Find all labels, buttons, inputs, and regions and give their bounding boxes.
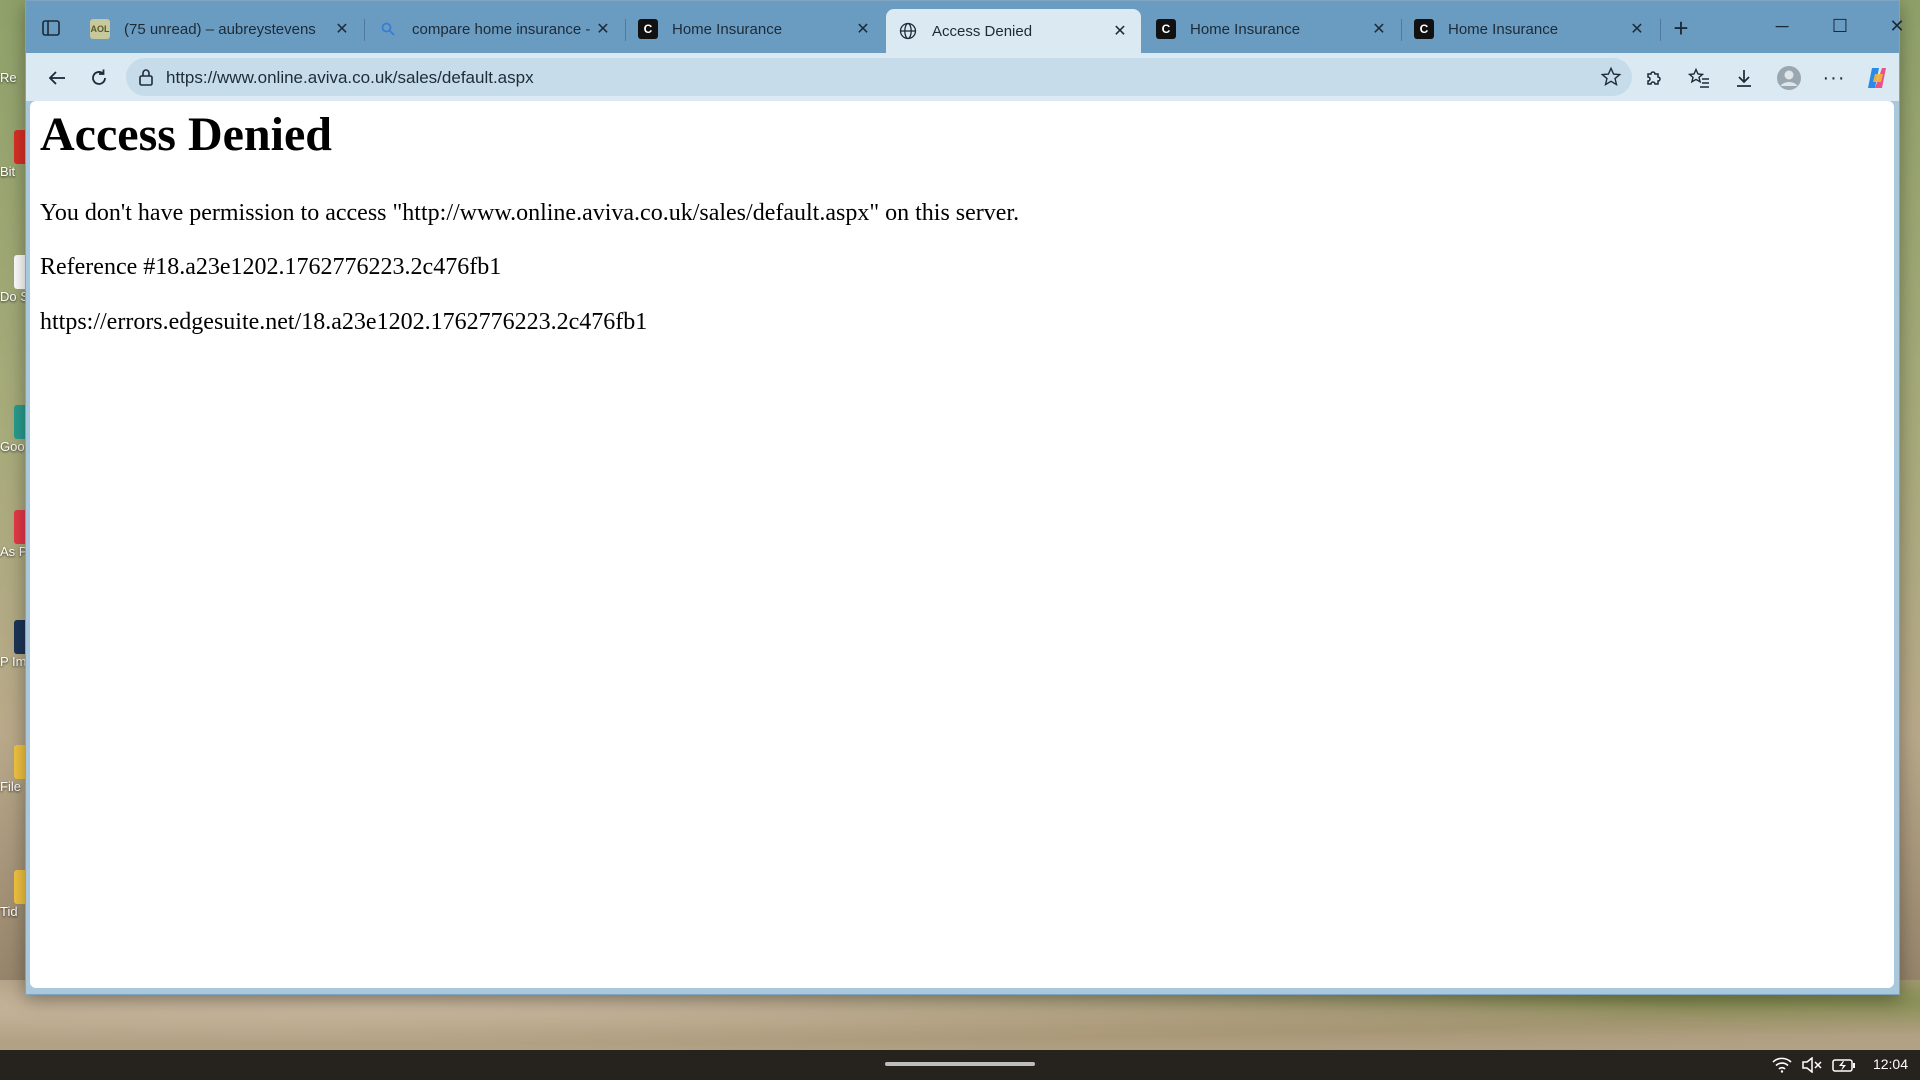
error-reference-url: https://errors.edgesuite.net/18.a23e1202… [40, 308, 648, 335]
desktop-icon-label: As P [0, 544, 26, 559]
desktop-icon-5[interactable]: P Ima [0, 620, 26, 669]
volume-muted-icon[interactable] [1802, 1055, 1822, 1075]
tab-separator [1660, 19, 1661, 41]
page-title: Access Denied [40, 108, 332, 161]
favorite-star-icon[interactable] [1600, 66, 1622, 88]
tab-access-denied[interactable]: Access Denied ✕ [886, 9, 1141, 53]
tab-home-insurance-2[interactable]: C Home Insurance ✕ [1144, 9, 1400, 49]
desktop-icon-recycle[interactable]: Re [0, 70, 26, 85]
minimize-button[interactable]: ─ [1759, 11, 1805, 41]
close-icon[interactable]: ✕ [1628, 19, 1646, 39]
compare-icon: C [1414, 19, 1434, 39]
battery-icon[interactable] [1832, 1055, 1856, 1075]
settings-more-button[interactable]: ··· [1819, 63, 1849, 93]
new-tab-button[interactable]: + [1666, 13, 1696, 43]
tab-actions-icon [42, 20, 60, 36]
back-button[interactable] [40, 61, 74, 95]
copilot-icon [1868, 68, 1886, 88]
close-icon: ✕ [1889, 16, 1905, 36]
error-message: You don't have permission to access "htt… [40, 199, 1020, 226]
tab-title: Home Insurance [1190, 20, 1301, 38]
plus-icon: + [1673, 13, 1689, 43]
desktop-icon-label: Tid [0, 904, 18, 919]
desktop-icon-1[interactable]: Bit [0, 130, 26, 179]
minimize-icon: ─ [1775, 16, 1789, 36]
extensions-button[interactable] [1639, 63, 1669, 93]
tab-title: compare home insurance - [412, 20, 591, 38]
profile-button[interactable] [1774, 63, 1804, 93]
more-icon: ··· [1822, 66, 1846, 89]
maximize-button[interactable]: ☐ [1817, 11, 1863, 41]
back-arrow-icon [48, 71, 65, 85]
tab-strip: AOL (75 unread) – aubreystevens ✕ compar… [26, 1, 1905, 53]
compare-icon: C [1156, 19, 1176, 39]
globe-icon [898, 21, 918, 41]
favorites-button[interactable] [1684, 63, 1714, 93]
address-bar[interactable]: https://www.online.aviva.co.uk/sales/def… [126, 58, 1632, 96]
tab-home-insurance-3[interactable]: C Home Insurance ✕ [1402, 9, 1658, 49]
reference-number: Reference #18.a23e1202.1762776223.2c476f… [40, 254, 502, 281]
puzzle-icon [1647, 71, 1661, 85]
close-icon[interactable]: ✕ [1370, 19, 1388, 39]
desktop-icon-4[interactable]: As P [0, 510, 26, 559]
tab-home-insurance-1[interactable]: C Home Insurance ✕ [626, 9, 884, 49]
favorites-list-icon [1688, 67, 1709, 88]
refresh-icon [92, 69, 106, 85]
close-icon[interactable]: ✕ [1111, 21, 1129, 41]
desktop-icon-label: File [0, 779, 21, 794]
desktop-icon-label: P Ima [0, 654, 26, 669]
taskbar-handle[interactable] [885, 1062, 1035, 1066]
browser-window: AOL (75 unread) – aubreystevens ✕ compar… [25, 0, 1905, 995]
close-icon[interactable]: ✕ [594, 19, 612, 39]
refresh-button[interactable] [82, 61, 116, 95]
tab-title: (75 unread) – aubreystevens [124, 20, 316, 38]
tab-separator [364, 19, 365, 41]
desktop-icon-label: Goo [0, 439, 25, 454]
desktop-icon-label: Re [0, 70, 17, 85]
taskbar: 12:04 [0, 1050, 1920, 1080]
wifi-icon[interactable] [1772, 1055, 1792, 1075]
desktop-icon-label: Bit [0, 164, 16, 179]
tab-search[interactable]: compare home insurance - ✕ [366, 9, 624, 49]
tab-aol-mail[interactable]: AOL (75 unread) – aubreystevens ✕ [78, 9, 363, 49]
tab-title: Access Denied [932, 22, 1033, 40]
compare-icon: C [638, 19, 658, 39]
downloads-button[interactable] [1729, 63, 1759, 93]
search-icon [378, 19, 398, 39]
maximize-icon: ☐ [1831, 16, 1849, 36]
address-url: https://www.online.aviva.co.uk/sales/def… [166, 68, 534, 87]
lock-icon[interactable] [136, 67, 156, 87]
tab-title: Home Insurance [1448, 20, 1559, 38]
desktop-icon-label: Do S [0, 289, 26, 304]
desktop-icon-2[interactable]: Do S [0, 255, 26, 304]
aol-icon: AOL [90, 19, 110, 39]
copilot-button[interactable] [1862, 63, 1892, 93]
page-content: Access Denied You don't have permission … [30, 101, 1894, 988]
tab-title: Home Insurance [672, 20, 783, 38]
desktop-icon-7[interactable]: Tid [0, 870, 26, 919]
close-icon[interactable]: ✕ [854, 19, 872, 39]
download-icon [1737, 70, 1751, 87]
close-icon[interactable]: ✕ [333, 19, 351, 39]
taskbar-clock[interactable]: 12:04 [1873, 1056, 1908, 1072]
tab-actions-button[interactable] [34, 11, 68, 45]
desktop-icon-3[interactable]: Goo [0, 405, 26, 454]
avatar-icon [1777, 66, 1801, 90]
close-window-button[interactable]: ✕ [1874, 11, 1920, 41]
browser-toolbar: https://www.online.aviva.co.uk/sales/def… [26, 53, 1899, 101]
desktop-icon-6[interactable]: File [0, 745, 26, 794]
